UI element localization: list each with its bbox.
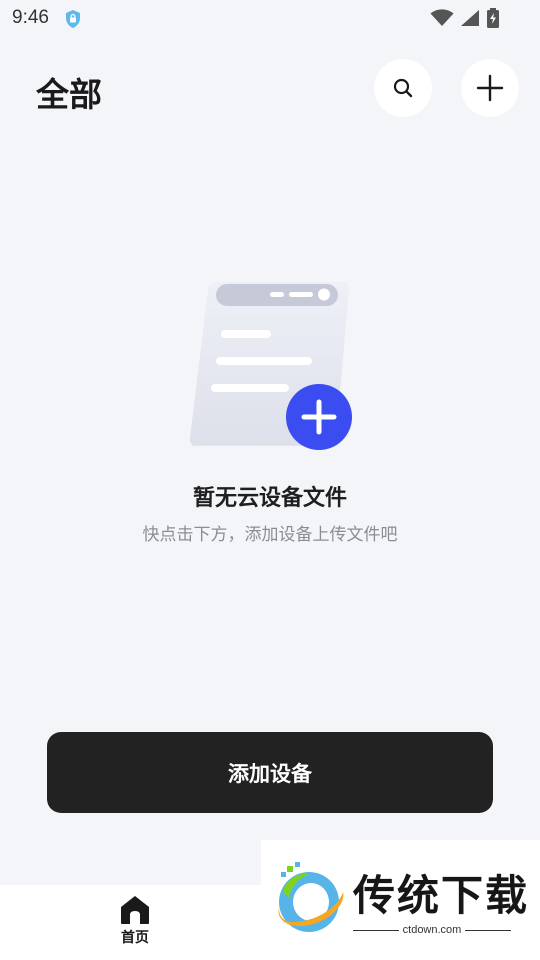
add-button[interactable] bbox=[461, 59, 519, 117]
add-device-label: 添加设备 bbox=[228, 761, 312, 786]
status-time: 9:46 bbox=[12, 7, 49, 28]
search-icon bbox=[393, 78, 413, 98]
status-icons bbox=[430, 8, 500, 28]
watermark: 传统下载 ctdown.com bbox=[261, 840, 540, 960]
watermark-brand: 传统下载 bbox=[353, 871, 530, 920]
add-device-button[interactable]: 添加设备 bbox=[47, 732, 493, 813]
nav-item-home-label: 首页 bbox=[121, 930, 149, 946]
watermark-logo-icon bbox=[278, 862, 344, 932]
watermark-domain: ctdown.com bbox=[402, 924, 462, 936]
search-button[interactable] bbox=[374, 59, 432, 117]
home-icon bbox=[121, 896, 149, 924]
empty-folder-illustration bbox=[189, 282, 352, 450]
empty-state-title: 暂无云设备文件 bbox=[192, 486, 347, 511]
page-title: 全部 bbox=[36, 75, 102, 114]
status-bar: 9:46 bbox=[0, 0, 540, 36]
shield-icon bbox=[66, 10, 80, 28]
signal-icon bbox=[461, 10, 479, 26]
empty-state-subtitle: 快点击下方，添加设备上传文件吧 bbox=[142, 525, 398, 545]
plus-icon bbox=[476, 74, 504, 102]
nav-item-home[interactable]: 首页 bbox=[100, 895, 170, 955]
battery-icon bbox=[487, 8, 499, 28]
wifi-icon bbox=[430, 9, 454, 26]
